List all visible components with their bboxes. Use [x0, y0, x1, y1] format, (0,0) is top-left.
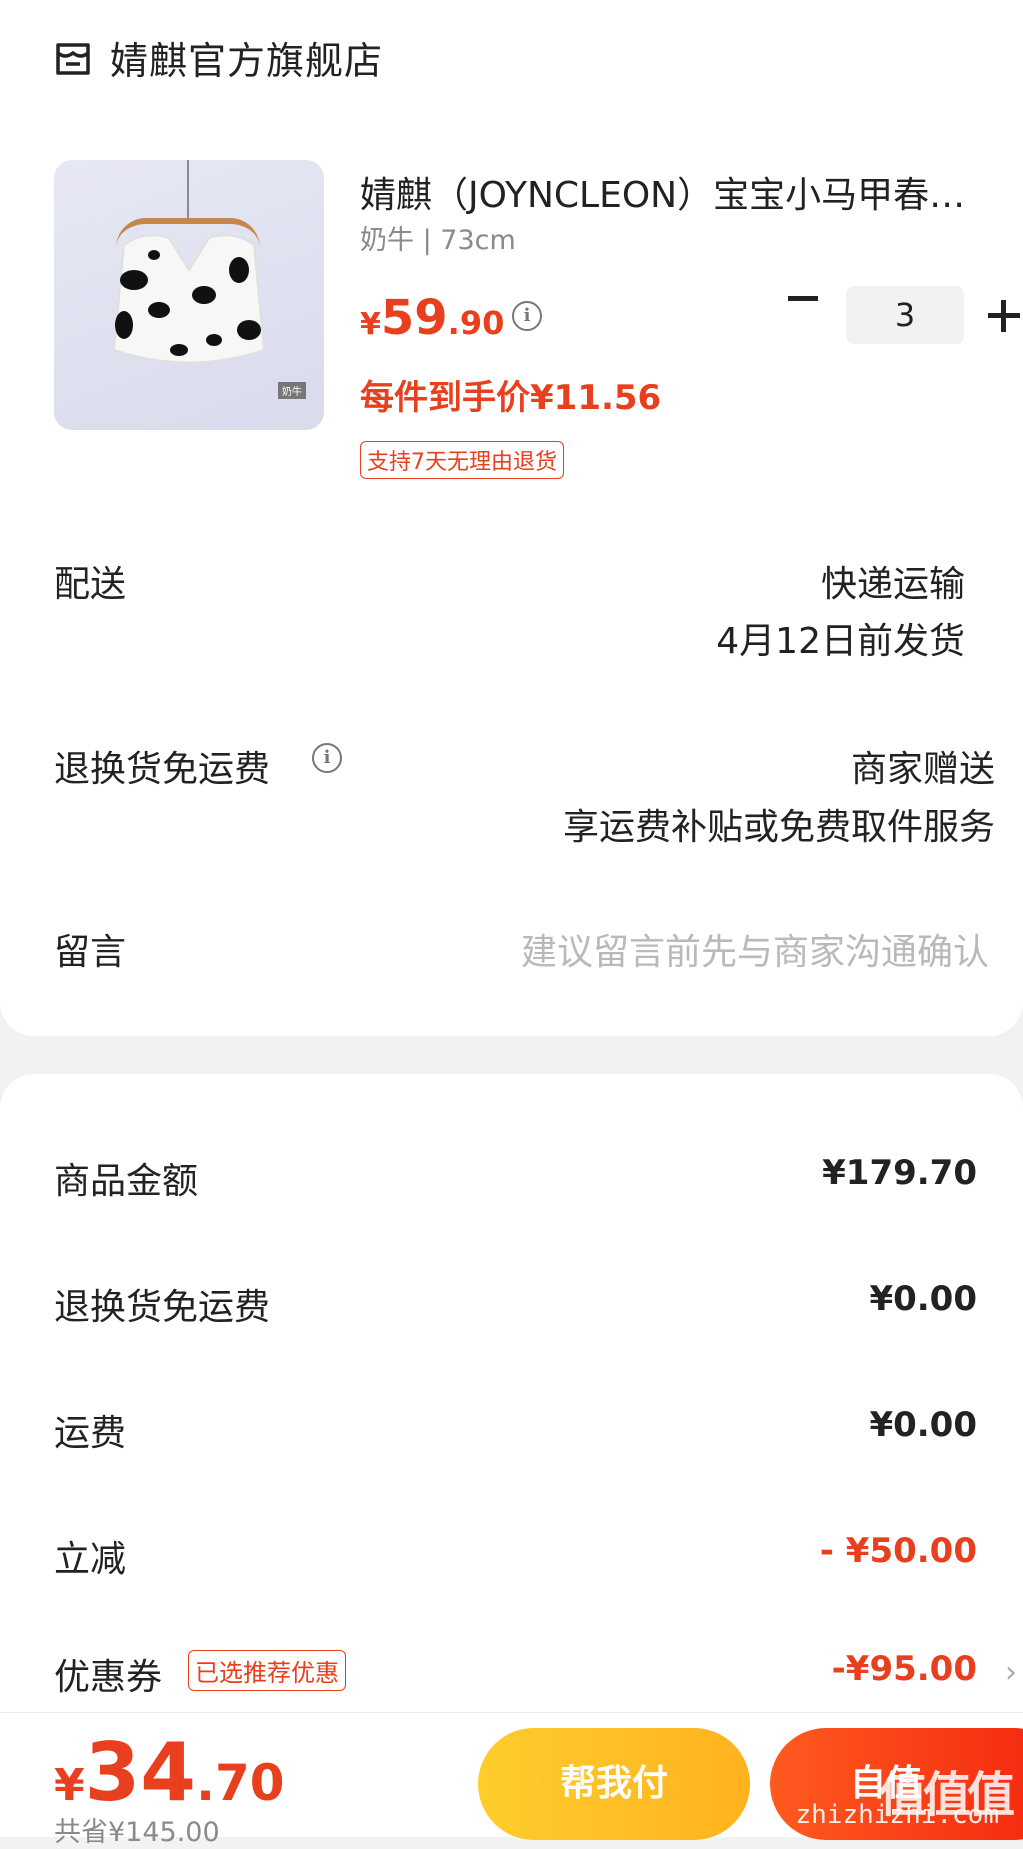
watermark-url: zhizhizhi.com	[795, 1800, 1000, 1830]
discount-label: 立减	[54, 1539, 127, 1580]
product-spec[interactable]: 奶牛 | 73cm	[360, 218, 516, 257]
quantity-increase-button[interactable]	[988, 300, 1020, 332]
discount-value: - ¥50.00	[819, 1531, 977, 1571]
ask-friend-pay-button[interactable]: 帮我付	[478, 1728, 750, 1840]
return-shipping-value: 商家赠送	[850, 749, 995, 790]
chevron-right-icon[interactable]: ›	[1005, 1655, 1017, 1690]
store-name: 婧麒官方旗舰店	[110, 39, 384, 83]
return-info-icon[interactable]: i	[312, 743, 342, 773]
product-title[interactable]: 婧麒（JOYNCLEON）宝宝小马甲春…	[360, 166, 1000, 218]
return-policy-badge: 支持7天无理由退货	[360, 441, 564, 479]
image-tag: 奶牛	[278, 382, 306, 399]
goods-amount-label: 商品金额	[54, 1161, 199, 1202]
store-icon	[56, 42, 90, 75]
shipping-fee-label: 运费	[54, 1413, 127, 1454]
return-fee-label: 退换货免运费	[54, 1287, 271, 1328]
return-fee-value: ¥0.00	[869, 1279, 977, 1319]
unit-price: 每件到手价¥11.56	[360, 378, 662, 418]
message-input[interactable]: 建议留言前先与商家沟通确认	[521, 923, 989, 975]
coupon-badge: 已选推荐优惠	[188, 1650, 346, 1691]
return-shipping-detail: 享运费补贴或免费取件服务	[562, 807, 995, 848]
return-shipping-label: 退换货免运费	[54, 749, 271, 790]
total-price: ¥34.70	[54, 1726, 285, 1819]
product-image[interactable]: 奶牛	[54, 160, 324, 430]
shipping-fee-value: ¥0.00	[869, 1405, 977, 1445]
quantity-input[interactable]: 3	[846, 286, 964, 344]
coupon-label: 优惠券	[54, 1657, 163, 1698]
store-header[interactable]: 婧麒官方旗舰店	[54, 30, 383, 85]
total-saved: 共省¥145.00	[54, 1817, 220, 1848]
delivery-label: 配送	[54, 564, 127, 605]
order-item-card: 婧麒官方旗舰店 奶牛 婧麒（JOYNCLEON）宝宝小马甲春… 奶牛 | 73c…	[0, 0, 1023, 1036]
delivery-date: 4月12日前发货	[716, 621, 965, 662]
message-label: 留言	[54, 932, 127, 973]
price-info-icon[interactable]: i	[512, 301, 542, 331]
quantity-decrease-button[interactable]	[788, 296, 818, 301]
product-price: ¥59.90	[360, 290, 505, 346]
goods-amount-value: ¥179.70	[822, 1153, 977, 1193]
delivery-method[interactable]: 快递运输	[821, 555, 965, 607]
coupon-value[interactable]: -¥95.00	[832, 1649, 977, 1689]
